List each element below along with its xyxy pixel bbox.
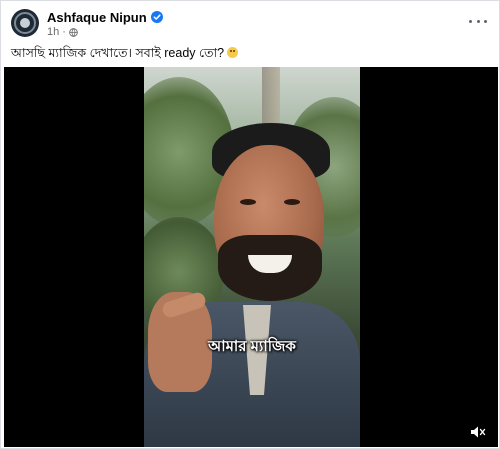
- volume-icon[interactable]: [470, 425, 486, 439]
- person-eye: [240, 199, 256, 205]
- post-meta: 1h ·: [47, 26, 78, 38]
- author-row: Ashfaque Nipun: [47, 9, 163, 25]
- person-eye: [284, 199, 300, 205]
- avatar-core: [20, 18, 30, 28]
- smiling-face-emoji: [227, 47, 239, 58]
- post-card: Ashfaque Nipun 1h · আসছি ম্যাজিক দেখাতে।…: [0, 0, 500, 449]
- video-subtitle: আমার ম্যাজিক: [208, 338, 296, 355]
- author-name[interactable]: Ashfaque Nipun: [47, 10, 147, 25]
- post-header: Ashfaque Nipun 1h ·: [1, 1, 500, 41]
- video-player[interactable]: আমার ম্যাজিক: [4, 67, 498, 447]
- post-time[interactable]: 1h: [47, 26, 59, 38]
- globe-icon: [69, 27, 78, 37]
- meta-separator: ·: [62, 26, 66, 38]
- more-options-icon[interactable]: [469, 15, 487, 27]
- caption-text: আসছি ম্যাজিক দেখাতে। সবাই ready তো?: [11, 46, 225, 60]
- verified-badge-icon: [150, 11, 163, 23]
- author-avatar[interactable]: [11, 9, 39, 37]
- video-frame: আমার ম্যাজিক: [144, 67, 360, 447]
- post-caption: আসছি ম্যাজিক দেখাতে। সবাই ready তো?: [11, 45, 239, 65]
